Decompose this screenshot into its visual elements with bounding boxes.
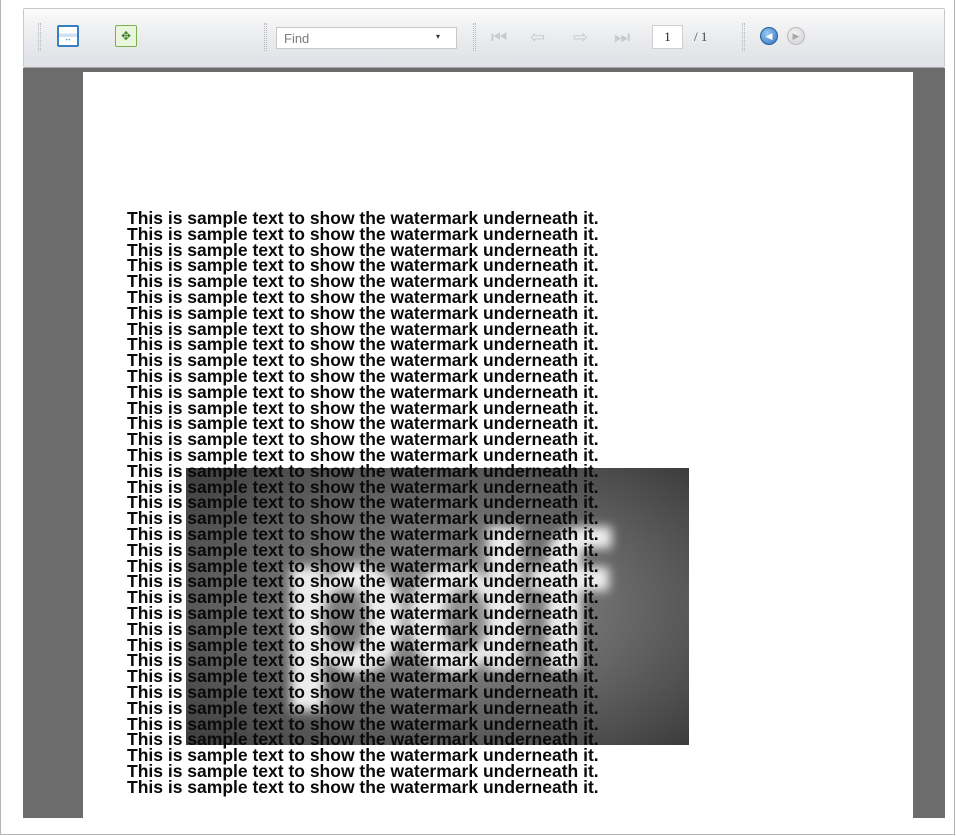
find-dropdown-arrow-icon[interactable]: ▾ <box>432 31 444 43</box>
find-field[interactable] <box>276 27 457 49</box>
document-viewport[interactable]: pdf This is sample text to show the wate… <box>23 68 945 818</box>
toolbar-grip[interactable] <box>473 23 476 51</box>
first-page-icon[interactable]: ⏮ <box>491 28 507 46</box>
fit-page-icon[interactable]: ✥ <box>115 25 137 47</box>
toolbar-grip[interactable] <box>38 23 41 51</box>
viewer-toolbar: ↔ ✥ ▾ ⏮ ⇦ ⇨ ⏭ 1 / 1 ◀ ▶ <box>23 8 945 68</box>
find-input[interactable] <box>277 28 434 48</box>
text-line: This is sample text to show the watermar… <box>127 776 599 797</box>
next-page-icon[interactable]: ⇨ <box>573 28 588 46</box>
back-circle-icon[interactable]: ◀ <box>760 27 778 45</box>
save-export-icon[interactable]: ↔ <box>57 25 79 47</box>
toolbar-grip[interactable] <box>264 23 267 51</box>
toolbar-grip[interactable] <box>742 23 745 51</box>
pdf-page: pdf This is sample text to show the wate… <box>83 72 913 818</box>
forward-circle-icon[interactable]: ▶ <box>787 27 805 45</box>
last-page-icon[interactable]: ⏭ <box>614 28 630 46</box>
total-pages-label: / 1 <box>694 29 708 44</box>
current-page-input[interactable]: 1 <box>652 25 683 49</box>
fit-arrows-glyph: ✥ <box>120 29 132 43</box>
page-text-block: This is sample text to show the watermar… <box>127 209 847 797</box>
pdf-viewer-window: ↔ ✥ ▾ ⏮ ⇦ ⇨ ⏭ 1 / 1 ◀ ▶ pdf This is samp… <box>0 0 955 835</box>
previous-page-icon[interactable]: ⇦ <box>530 28 545 46</box>
save-arrows-glyph: ↔ <box>64 34 72 43</box>
